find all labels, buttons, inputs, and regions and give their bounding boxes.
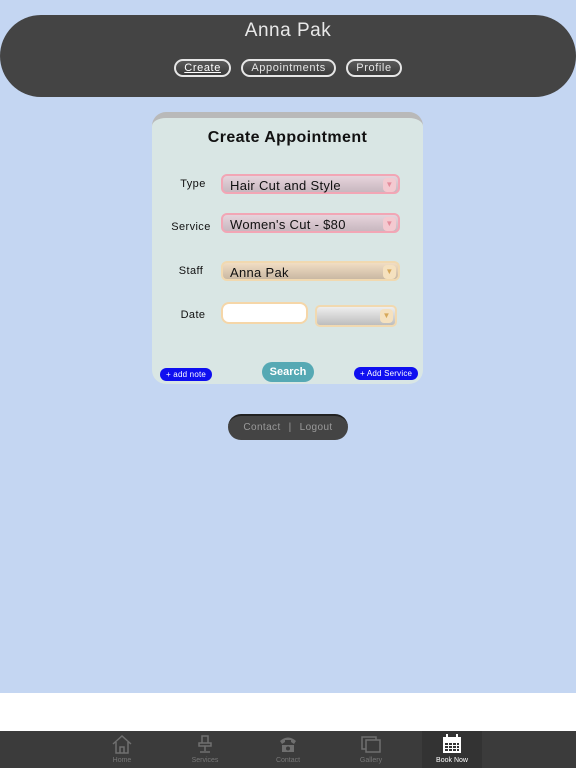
telephone-icon: [280, 737, 296, 752]
staff-select[interactable]: Anna Pak ▼: [221, 261, 400, 281]
search-button[interactable]: Search: [262, 362, 314, 382]
bottom-white-strip: [0, 693, 576, 731]
type-label: Type: [180, 178, 206, 190]
top-nav: Create Appointments Profile: [0, 58, 576, 77]
create-appointment-card: Create Appointment Type Hair Cut and Sty…: [152, 112, 423, 384]
page-title: Anna Pak: [244, 20, 332, 41]
date-input[interactable]: [221, 302, 308, 324]
nav-create-button[interactable]: Create: [174, 59, 231, 77]
service-select-value: Women's Cut - $80: [230, 217, 346, 232]
tab-services[interactable]: Services: [175, 731, 235, 768]
tab-bar: Home Services Contact Gallery Book Now: [0, 731, 576, 768]
time-select[interactable]: ▼: [315, 305, 397, 327]
nav-appointments-button[interactable]: Appointments: [241, 59, 336, 77]
type-select-value: Hair Cut and Style: [230, 178, 341, 193]
tab-label: Services: [191, 757, 219, 764]
chevron-down-icon: ▼: [383, 265, 396, 279]
service-label: Service: [171, 221, 211, 233]
staff-label: Staff: [178, 265, 204, 277]
contact-link[interactable]: Contact: [243, 422, 280, 433]
tab-gallery[interactable]: Gallery: [341, 731, 401, 768]
gallery-icon: [361, 736, 381, 753]
add-note-button[interactable]: + add note: [160, 368, 213, 381]
add-service-button[interactable]: + Add Service: [354, 367, 419, 380]
tab-label: Home: [112, 757, 132, 764]
chevron-down-icon: ▼: [383, 178, 396, 192]
salon-chair-icon: [198, 735, 212, 753]
contact-logout-bar: Contact | Logout: [228, 414, 348, 440]
type-select[interactable]: Hair Cut and Style ▼: [221, 174, 400, 194]
calendar-icon: [443, 734, 461, 753]
link-separator: |: [288, 422, 292, 433]
tab-home[interactable]: Home: [92, 731, 152, 768]
tab-label: Contact: [275, 757, 301, 764]
tab-label: Book Now: [436, 757, 468, 764]
home-icon: [112, 734, 132, 754]
staff-select-value: Anna Pak: [230, 265, 289, 280]
service-select[interactable]: Women's Cut - $80 ▼: [221, 213, 400, 233]
nav-profile-button[interactable]: Profile: [346, 59, 402, 77]
header-bar: Anna Pak Create Appointments Profile: [0, 15, 576, 97]
chevron-down-icon: ▼: [383, 217, 396, 231]
card-title: Create Appointment: [207, 129, 368, 146]
tab-book-now[interactable]: Book Now: [422, 731, 482, 768]
tab-label: Gallery: [359, 757, 383, 764]
logout-link[interactable]: Logout: [300, 422, 333, 433]
tab-contact[interactable]: Contact: [258, 731, 318, 768]
chevron-down-icon: ▼: [380, 309, 393, 323]
date-label: Date: [180, 309, 206, 321]
